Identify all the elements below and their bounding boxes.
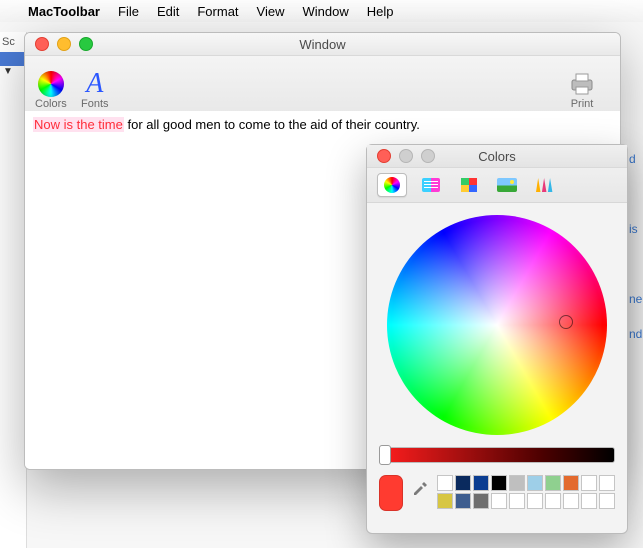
colors-panel-titlebar[interactable]: Colors xyxy=(367,145,627,168)
color-swatch[interactable] xyxy=(563,475,579,491)
color-swatch[interactable] xyxy=(581,475,597,491)
color-swatch[interactable] xyxy=(527,493,543,509)
color-swatch[interactable] xyxy=(473,475,489,491)
toolbar-print-button[interactable]: Print xyxy=(568,70,596,110)
menu-file[interactable]: File xyxy=(118,4,139,19)
sliders-icon xyxy=(422,178,440,192)
color-swatch[interactable] xyxy=(599,475,615,491)
crayons-icon xyxy=(536,178,554,192)
brightness-slider-knob[interactable] xyxy=(379,445,391,465)
window-zoom-button[interactable] xyxy=(79,37,93,51)
color-wheel-icon xyxy=(38,71,64,97)
colors-panel-close-button[interactable] xyxy=(377,149,391,163)
color-swatch[interactable] xyxy=(437,493,453,509)
menu-help[interactable]: Help xyxy=(367,4,394,19)
brightness-slider[interactable] xyxy=(379,447,615,463)
color-mode-palettes[interactable] xyxy=(455,174,483,196)
document-body-text: for all good men to come to the aid of t… xyxy=(124,117,420,132)
toolbar-fonts-button[interactable]: A Fonts xyxy=(81,70,109,110)
window-title: Window xyxy=(25,37,620,52)
fonts-icon: A xyxy=(86,70,103,98)
color-swatch[interactable] xyxy=(527,475,543,491)
color-swatch[interactable] xyxy=(509,493,525,509)
document-selected-text: Now is the time xyxy=(33,117,124,132)
current-color-well[interactable] xyxy=(379,475,403,511)
color-mode-crayons[interactable] xyxy=(531,174,559,196)
toolbar-fonts-label: Fonts xyxy=(81,98,109,110)
window-toolbar: Colors A Fonts Print xyxy=(25,56,620,115)
background-sidebar: Sc ▼ xyxy=(0,32,27,548)
color-wheel-icon xyxy=(384,177,400,193)
window-close-button[interactable] xyxy=(35,37,49,51)
color-swatch[interactable] xyxy=(581,493,597,509)
colors-panel: Colors xyxy=(366,144,628,534)
background-text-fragments: disnend xyxy=(629,142,643,442)
toolbar-colors-button[interactable]: Colors xyxy=(35,70,67,110)
menu-bar: MacToolbar File Edit Format View Window … xyxy=(0,0,643,23)
image-icon xyxy=(497,178,517,192)
app-menu[interactable]: MacToolbar xyxy=(28,4,100,19)
color-picker-mode-tabs xyxy=(367,168,627,203)
color-swatch[interactable] xyxy=(509,475,525,491)
color-wheel-marker[interactable] xyxy=(559,315,573,329)
window-minimize-button[interactable] xyxy=(57,37,71,51)
color-swatch[interactable] xyxy=(599,493,615,509)
color-swatch[interactable] xyxy=(545,493,561,509)
background-sidebar-label: Sc xyxy=(0,32,26,52)
disclosure-triangle-icon: ▼ xyxy=(0,66,26,77)
color-mode-sliders[interactable] xyxy=(417,174,445,196)
color-mode-wheel[interactable] xyxy=(377,173,407,197)
color-swatch[interactable] xyxy=(473,493,489,509)
colors-panel-minimize-button[interactable] xyxy=(399,149,413,163)
menu-edit[interactable]: Edit xyxy=(157,4,179,19)
color-swatch[interactable] xyxy=(455,493,471,509)
menu-window[interactable]: Window xyxy=(302,4,348,19)
color-wheel[interactable] xyxy=(387,215,607,435)
colors-panel-zoom-button[interactable] xyxy=(421,149,435,163)
color-swatch[interactable] xyxy=(491,493,507,509)
menu-view[interactable]: View xyxy=(257,4,285,19)
toolbar-print-label: Print xyxy=(571,98,594,110)
printer-icon xyxy=(568,70,596,98)
color-mode-image[interactable] xyxy=(493,174,521,196)
palette-icon xyxy=(461,178,477,192)
color-swatch[interactable] xyxy=(491,475,507,491)
color-swatch[interactable] xyxy=(437,475,453,491)
window-titlebar[interactable]: Window xyxy=(25,33,620,56)
color-swatches xyxy=(437,475,615,509)
color-swatch[interactable] xyxy=(563,493,579,509)
background-sidebar-selection xyxy=(0,52,26,66)
toolbar-colors-label: Colors xyxy=(35,98,67,110)
eyedropper-button[interactable] xyxy=(411,475,429,503)
color-swatch[interactable] xyxy=(545,475,561,491)
color-swatch[interactable] xyxy=(455,475,471,491)
eyedropper-icon xyxy=(411,480,429,498)
menu-format[interactable]: Format xyxy=(197,4,238,19)
